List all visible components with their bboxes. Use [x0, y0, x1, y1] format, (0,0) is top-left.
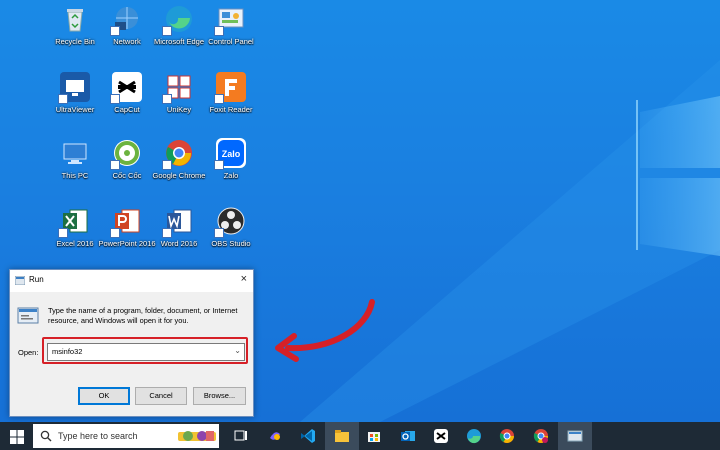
cancel-button[interactable]: Cancel — [135, 387, 187, 405]
word-icon — [162, 206, 194, 238]
shortcut-arrow-icon — [110, 160, 120, 170]
desktop-icon-this-pc[interactable]: This PC — [46, 138, 104, 202]
search-highlight-icon — [178, 431, 216, 441]
desktop-icon-excel[interactable]: Excel 2016 — [46, 206, 104, 270]
run-title: Run — [29, 275, 44, 284]
ok-button[interactable]: OK — [78, 387, 130, 405]
recycle-bin-icon — [60, 4, 90, 34]
obs-icon — [214, 206, 246, 238]
network-icon — [110, 4, 142, 36]
search-placeholder: Type here to search — [58, 431, 138, 441]
task-view-icon[interactable] — [233, 428, 249, 444]
file-explorer-taskbar[interactable] — [325, 422, 359, 450]
excel-icon — [58, 206, 90, 238]
shortcut-arrow-icon — [110, 26, 120, 36]
shortcut-arrow-icon — [58, 94, 68, 104]
desktop: Recycle Bin Network Microsoft Edge Contr… — [0, 0, 720, 422]
open-label: Open: — [18, 348, 39, 357]
search-icon — [40, 430, 52, 442]
desktop-icon-label: CapCut — [114, 105, 140, 114]
outlook-icon[interactable] — [400, 428, 416, 444]
ultraviewer-icon — [58, 72, 90, 104]
chrome-icon — [162, 138, 194, 170]
browse-button[interactable]: Browse... — [193, 387, 246, 405]
search-box[interactable]: Type here to search — [33, 424, 219, 448]
highlight-box — [42, 337, 248, 364]
desktop-icon-label: OBS Studio — [211, 239, 251, 248]
edge-icon — [162, 4, 194, 36]
desktop-icon-label: Recycle Bin — [55, 37, 95, 46]
desktop-icon-label: Word 2016 — [160, 239, 198, 248]
annotation-arrow-icon — [275, 299, 375, 362]
run-icon — [17, 307, 39, 324]
desktop-icon-label: PowerPoint 2016 — [98, 239, 156, 248]
run-taskbar[interactable] — [558, 422, 592, 450]
desktop-icon-label: Zalo — [223, 171, 239, 180]
desktop-icon-chrome[interactable]: Google Chrome — [150, 138, 208, 202]
desktop-icon-word[interactable]: Word 2016 — [150, 206, 208, 270]
svg-text:Zalo: Zalo — [222, 149, 241, 159]
desktop-icon-label: Excel 2016 — [56, 239, 94, 248]
this-pc-icon — [60, 138, 90, 168]
shortcut-arrow-icon — [162, 228, 172, 238]
shortcut-arrow-icon — [214, 228, 224, 238]
desktop-icon-label: This PC — [61, 171, 89, 180]
desktop-icon-unikey[interactable]: UniKey — [150, 72, 208, 136]
copilot-icon[interactable] — [267, 428, 283, 444]
shortcut-arrow-icon — [58, 228, 68, 238]
shortcut-arrow-icon — [162, 94, 172, 104]
shortcut-arrow-icon — [162, 26, 172, 36]
desktop-icon-recycle-bin[interactable]: Recycle Bin — [46, 4, 104, 68]
capcut-icon — [110, 72, 142, 104]
control-panel-icon — [214, 4, 246, 36]
run-button-bar: OK Cancel Browse... — [10, 376, 253, 416]
foxit-reader-icon — [214, 72, 246, 104]
run-title-bar[interactable]: Run × — [10, 270, 253, 292]
coc-coc-icon — [110, 138, 142, 170]
chrome-profile-icon[interactable] — [533, 428, 549, 444]
desktop-icon-edge[interactable]: Microsoft Edge — [150, 4, 208, 68]
run-description: Type the name of a program, folder, docu… — [48, 306, 238, 325]
desktop-icon-foxit[interactable]: Foxit Reader — [202, 72, 260, 136]
shortcut-arrow-icon — [162, 160, 172, 170]
desktop-icon-powerpoint[interactable]: PowerPoint 2016 — [98, 206, 156, 270]
start-button[interactable] — [10, 430, 24, 444]
vscode-icon[interactable] — [300, 428, 316, 444]
zalo-icon: Zalo — [214, 138, 246, 170]
desktop-icon-label: Google Chrome — [152, 171, 206, 180]
desktop-icon-capcut[interactable]: CapCut — [98, 72, 156, 136]
desktop-icon-label: UltraViewer — [55, 105, 95, 114]
desktop-icon-coc-coc[interactable]: Cốc Cốc — [98, 138, 156, 202]
desktop-icon-label: Network — [113, 37, 141, 46]
desktop-icon-label: Cốc Cốc — [112, 171, 142, 180]
store-icon[interactable] — [366, 428, 382, 444]
run-app-icon — [15, 276, 25, 285]
desktop-icon-ultraviewer[interactable]: UltraViewer — [46, 72, 104, 136]
run-dialog: Run × Type the name of a program, folder… — [9, 269, 254, 417]
file-explorer-icon — [335, 430, 349, 442]
run-taskbar-icon — [567, 430, 583, 442]
desktop-icon-label: Foxit Reader — [209, 105, 253, 114]
desktop-icon-control-panel[interactable]: Control Panel — [202, 4, 260, 68]
shortcut-arrow-icon — [214, 26, 224, 36]
shortcut-arrow-icon — [110, 228, 120, 238]
desktop-icon-label: UniKey — [166, 105, 192, 114]
edge-taskbar-icon[interactable] — [466, 428, 482, 444]
desktop-icon-zalo[interactable]: Zalo Zalo — [202, 138, 260, 202]
shortcut-arrow-icon — [110, 94, 120, 104]
desktop-icon-network[interactable]: Network — [98, 4, 156, 68]
chrome-taskbar-icon[interactable] — [499, 428, 515, 444]
close-button[interactable]: × — [241, 273, 247, 285]
run-body: Type the name of a program, folder, docu… — [10, 292, 253, 416]
shortcut-arrow-icon — [214, 160, 224, 170]
desktop-icon-label: Control Panel — [208, 37, 254, 46]
desktop-icons: Recycle Bin Network Microsoft Edge Contr… — [46, 4, 266, 266]
desktop-icon-label: Microsoft Edge — [153, 37, 205, 46]
unikey-icon — [162, 72, 194, 104]
shortcut-arrow-icon — [214, 94, 224, 104]
capcut-taskbar-icon[interactable] — [433, 428, 449, 444]
taskbar: Type here to search — [0, 422, 720, 450]
desktop-icon-obs[interactable]: OBS Studio — [202, 206, 260, 270]
powerpoint-icon — [110, 206, 142, 238]
